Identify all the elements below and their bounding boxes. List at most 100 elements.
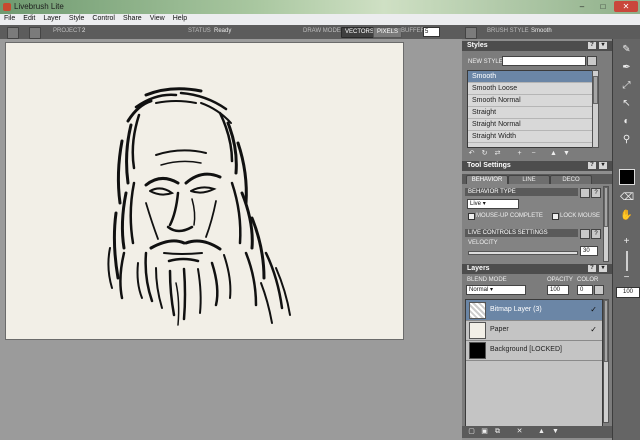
delete-layer-icon[interactable]: ✕	[516, 428, 523, 435]
layer-row-background[interactable]: Background [LOCKED]	[466, 340, 602, 361]
tool-settings-help-button[interactable]: ?	[588, 162, 596, 169]
style-item-smooth-normal[interactable]: Smooth Normal	[468, 95, 592, 107]
lock-mouse-checkbox[interactable]	[552, 213, 559, 220]
select-tool-icon[interactable]: ↖	[620, 97, 633, 110]
velocity-input[interactable]: 30	[580, 246, 598, 256]
new-layer-icon[interactable]: ▢	[468, 428, 475, 435]
tab-behavior[interactable]: BEHAVIOR	[466, 175, 508, 184]
tool-settings-tabs: BEHAVIOR LINE DECO	[462, 174, 612, 184]
styles-scroll-thumb[interactable]	[593, 76, 598, 104]
menu-help[interactable]: Help	[169, 14, 191, 22]
drawing-canvas[interactable]	[5, 42, 404, 340]
remove-style-button[interactable]: −	[530, 150, 537, 157]
styles-menu-button[interactable]: ▾	[599, 42, 607, 49]
new-style-input[interactable]	[502, 56, 586, 66]
add-style-button[interactable]: +	[516, 150, 523, 157]
buffer-input[interactable]: 5	[423, 27, 440, 37]
zoom-value[interactable]: 100	[616, 287, 640, 298]
layer-row-bitmap[interactable]: Bitmap Layer (3) ✓	[466, 300, 602, 321]
duplicate-layer-icon[interactable]: ▣	[481, 428, 488, 435]
eyedropper-tool-icon[interactable]: ⚲	[620, 133, 633, 146]
layers-panel-title: Layers	[467, 265, 490, 272]
menu-control[interactable]: Control	[88, 14, 119, 22]
live-controls-help-button[interactable]: ?	[591, 229, 601, 239]
mouse-up-complete-checkbox[interactable]	[468, 213, 475, 220]
layer-color-icon[interactable]	[594, 285, 604, 295]
status-label: STATUS	[188, 28, 211, 34]
pixels-button[interactable]: PIXELS	[373, 27, 403, 38]
style-item-smooth-loose[interactable]: Smooth Loose	[468, 83, 592, 95]
style-item-smooth[interactable]: Smooth	[468, 71, 592, 83]
menu-share[interactable]: Share	[119, 14, 146, 22]
live-controls-reset-icon[interactable]	[580, 229, 590, 239]
layer-name: Background [LOCKED]	[490, 346, 562, 353]
color-input[interactable]: 0	[577, 285, 593, 295]
brush-style-value[interactable]: Smooth	[531, 28, 552, 34]
layers-scroll-thumb[interactable]	[604, 300, 608, 362]
layers-scrollbar[interactable]	[603, 299, 609, 423]
tab-deco[interactable]: DECO	[550, 175, 592, 184]
opacity-label: OPACITY	[547, 277, 573, 283]
merge-layer-icon[interactable]: ⧉	[494, 428, 501, 435]
chevron-down-icon: ▾	[482, 201, 486, 207]
color-swatch[interactable]	[619, 169, 635, 185]
menu-file[interactable]: File	[0, 14, 19, 22]
zoom-slider[interactable]	[626, 251, 628, 271]
behavior-type-select[interactable]: Live ▾	[467, 199, 519, 209]
behavior-reset-icon[interactable]	[580, 188, 590, 198]
settings-icon[interactable]	[7, 27, 19, 39]
zoom-out-button[interactable]: −	[620, 271, 633, 284]
layer-name: Bitmap Layer (3)	[490, 306, 542, 313]
tool-settings-menu-button[interactable]: ▾	[599, 162, 607, 169]
close-button[interactable]: ✕	[614, 1, 638, 12]
style-tool-icon-2[interactable]: ↻	[481, 150, 488, 157]
style-item-straight-width[interactable]: Straight Width	[468, 131, 592, 143]
style-tool-icon-3[interactable]: ⇄	[494, 150, 501, 157]
chevron-down-icon: ▾	[490, 287, 494, 293]
velocity-slider[interactable]	[468, 251, 578, 255]
menu-layer[interactable]: Layer	[39, 14, 65, 22]
minimize-button[interactable]: ‒	[572, 1, 592, 12]
tab-line[interactable]: LINE	[508, 175, 550, 184]
top-toolbar: PROJECT 2 STATUS Ready DRAW MODE VECTORS…	[0, 25, 640, 39]
save-style-icon[interactable]	[587, 56, 597, 66]
layers-menu-button[interactable]: ▾	[599, 265, 607, 272]
transform-tool-icon[interactable]: ⤢	[620, 79, 633, 92]
style-item-straight-normal[interactable]: Straight Normal	[468, 119, 592, 131]
style-item-straight[interactable]: Straight	[468, 107, 592, 119]
hand-tool-icon[interactable]: ✋	[620, 209, 633, 222]
pen-tool-icon[interactable]: ✒	[620, 61, 633, 74]
layer-visibility-checkbox[interactable]: ✓	[590, 305, 597, 314]
behavior-type-bar: BEHAVIOR TYPE	[465, 188, 578, 196]
tool-settings-scroll-thumb[interactable]	[604, 187, 608, 227]
save-icon[interactable]	[29, 27, 41, 39]
style-tool-icon-1[interactable]: ↶	[468, 150, 475, 157]
fill-tool-icon[interactable]: ◐	[620, 115, 633, 128]
layer-row-paper[interactable]: Paper ✓	[466, 320, 602, 341]
tool-settings-scrollbar[interactable]	[603, 186, 609, 262]
layer-thumbnail	[469, 322, 486, 339]
new-style-label: NEW STYLE	[468, 59, 503, 65]
move-layer-up-button[interactable]: ▲	[538, 428, 545, 435]
move-layer-down-button[interactable]: ▼	[552, 428, 559, 435]
zoom-in-button[interactable]: +	[620, 235, 633, 248]
menu-style[interactable]: Style	[65, 14, 89, 22]
workspace	[0, 39, 462, 440]
behavior-help-button[interactable]: ?	[591, 188, 601, 198]
draw-mode-label: DRAW MODE	[303, 28, 341, 34]
blend-mode-select[interactable]: Normal ▾	[466, 285, 526, 295]
styles-scrollbar[interactable]	[592, 70, 599, 148]
move-style-down-button[interactable]: ▼	[563, 150, 570, 157]
menu-view[interactable]: View	[146, 14, 169, 22]
menu-edit[interactable]: Edit	[19, 14, 39, 22]
brush-icon[interactable]	[465, 27, 477, 39]
eraser-tool-icon[interactable]: ⌫	[620, 191, 634, 204]
opacity-input[interactable]: 100	[547, 285, 569, 295]
maximize-button[interactable]: □	[593, 1, 613, 12]
move-style-up-button[interactable]: ▲	[550, 150, 557, 157]
styles-help-button[interactable]: ?	[588, 42, 596, 49]
layer-visibility-checkbox[interactable]: ✓	[590, 325, 597, 334]
status-value: Ready	[214, 28, 232, 34]
brush-tool-icon[interactable]: ✎	[620, 43, 633, 56]
layers-help-button[interactable]: ?	[588, 265, 596, 272]
